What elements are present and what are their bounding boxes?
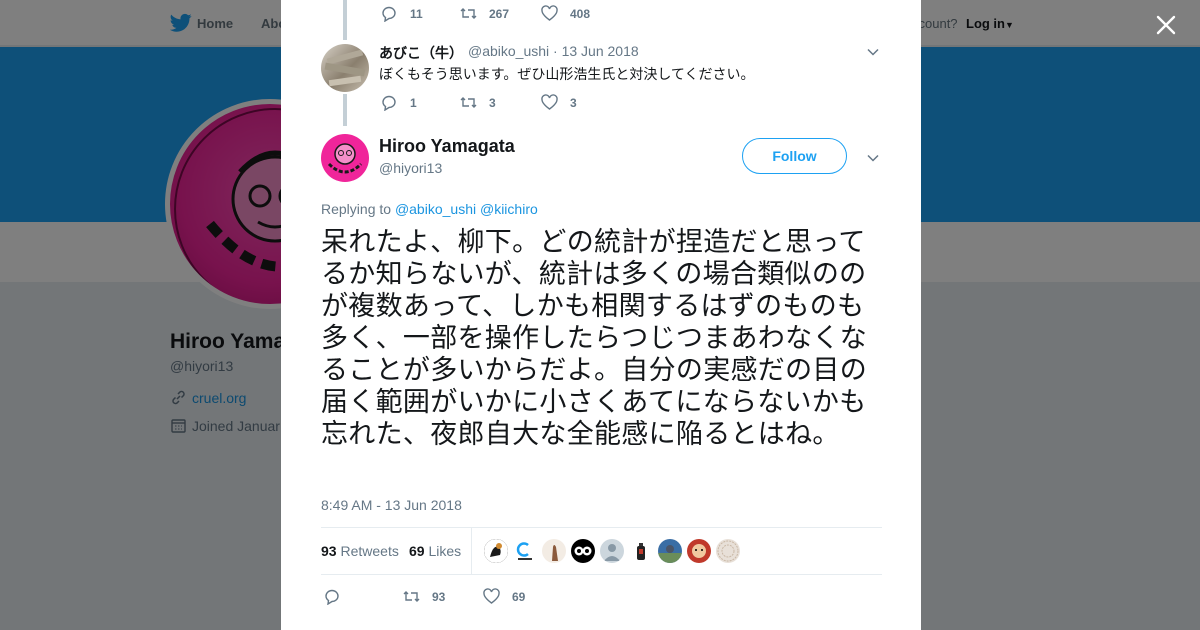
retweet-count: 93 <box>432 589 446 604</box>
favoriter-avatar[interactable] <box>600 539 624 563</box>
favoriter-avatar[interactable] <box>658 539 682 563</box>
retweets-stat[interactable]: 93 Retweets <box>321 543 399 559</box>
like-count: 69 <box>512 589 526 604</box>
avatar-photo <box>324 49 366 87</box>
reply-action[interactable]: 1 <box>381 94 417 111</box>
favoriter-avatar[interactable] <box>687 539 711 563</box>
tweet-author-handle[interactable]: @hiyori13 <box>379 160 442 176</box>
favoriter-avatar[interactable] <box>542 539 566 563</box>
tweet-timestamp[interactable]: 8:49 AM - 13 Jun 2018 <box>321 497 462 513</box>
like-count: 3 <box>570 95 577 110</box>
reply-action[interactable] <box>324 588 353 605</box>
retweet-action[interactable]: 3 <box>460 94 496 111</box>
like-action[interactable]: 408 <box>541 5 590 22</box>
thread-connector <box>343 94 347 126</box>
reply-count: 1 <box>410 95 417 110</box>
favoriter-avatar[interactable] <box>629 539 653 563</box>
chevron-down-icon[interactable] <box>866 45 880 59</box>
tweet-author-name[interactable]: Hiroo Yamagata <box>379 136 515 157</box>
reply-tweet-text: ぼくもそう思います。ぜひ山形浩生氏と対決してください。 <box>379 66 755 82</box>
retweet-count: 267 <box>489 6 510 21</box>
avatar[interactable] <box>321 44 369 92</box>
likes-count: 69 <box>409 543 425 559</box>
like-action[interactable]: 3 <box>541 94 577 111</box>
favoriter-avatar[interactable] <box>513 539 537 563</box>
mention-link[interactable]: @abiko_ushi <box>395 201 476 217</box>
retweet-icon <box>403 591 420 602</box>
chevron-down-icon[interactable] <box>866 151 880 165</box>
favoriter-avatar[interactable] <box>484 539 508 563</box>
mention-link[interactable]: @kiichiro <box>480 201 538 217</box>
retweet-icon <box>460 8 477 19</box>
likes-stat[interactable]: 69 Likes <box>409 543 461 559</box>
retweet-action[interactable]: 267 <box>460 5 509 22</box>
reply-icon <box>325 589 339 605</box>
divider <box>471 528 472 574</box>
reply-icon <box>382 95 396 111</box>
reply-count: 11 <box>410 6 423 21</box>
heart-icon <box>541 5 558 21</box>
follow-button[interactable]: Follow <box>742 138 847 174</box>
reply-icon <box>382 6 396 22</box>
reply-author-meta[interactable]: @abiko_ushi · 13 Jun 2018 <box>468 43 639 59</box>
like-action[interactable]: 69 <box>483 588 525 605</box>
retweets-count: 93 <box>321 543 337 559</box>
close-icon[interactable] <box>1154 13 1178 37</box>
tweet-permalink-modal: 11 267 408 あびこ（牛） @abiko_ushi · 13 Jun 2… <box>281 0 921 630</box>
retweet-icon <box>460 97 477 108</box>
like-count: 408 <box>570 6 591 21</box>
favoriter-avatar[interactable] <box>716 539 740 563</box>
tweet-stats: 93 Retweets 69 Likes <box>321 527 882 575</box>
retweets-label: Retweets <box>340 543 399 559</box>
avatar-badge-art <box>327 143 363 174</box>
reply-author-name[interactable]: あびこ（牛） <box>379 43 463 63</box>
favoriter-avatar[interactable] <box>571 539 595 563</box>
heart-icon <box>483 588 500 604</box>
avatar[interactable] <box>321 134 369 182</box>
retweet-action[interactable]: 93 <box>403 588 445 605</box>
thread-connector <box>343 0 347 40</box>
tweet-text: 呆れたよ、柳下。どの統計が捏造だと思ってるか知らないが、統計は多くの場合類似のの… <box>321 227 867 449</box>
reply-action[interactable]: 11 <box>381 5 423 22</box>
retweet-count: 3 <box>489 95 496 110</box>
replying-to: Replying to @abiko_ushi @kiichiro <box>321 201 538 217</box>
heart-icon <box>541 94 558 110</box>
replying-prefix: Replying to <box>321 201 392 217</box>
likes-label: Likes <box>428 543 462 559</box>
